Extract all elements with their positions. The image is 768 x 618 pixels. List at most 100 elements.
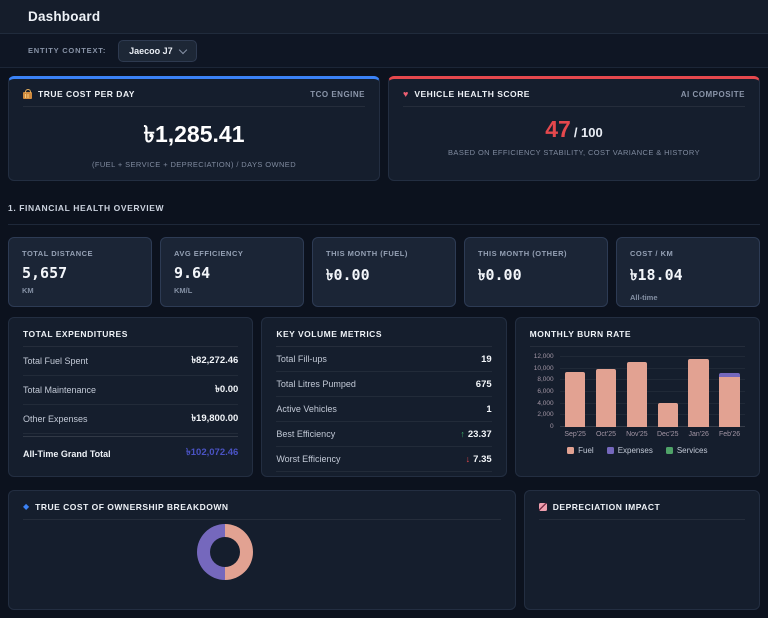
bar-segment-fuel (564, 372, 586, 427)
mid-row: TOTAL EXPENDITURES Total Fuel Spent ৳82,… (8, 317, 760, 477)
y-axis-tick: 0 (550, 423, 554, 430)
heart-icon: ♥ (403, 88, 409, 99)
stat-card-total-distance: TOTAL DISTANCE 5,657 KM (8, 237, 152, 307)
stat-unit: KM/L (174, 286, 193, 295)
money-basket-icon (23, 89, 32, 99)
legend-item-fuel[interactable]: Fuel (567, 446, 594, 455)
stat-unit: All-time (630, 293, 658, 302)
depreciation-impact-card: DEPRECIATION IMPACT (523, 490, 760, 610)
tco-engine-tag: TCO ENGINE (310, 89, 365, 99)
bar-segment-fuel (719, 377, 740, 427)
bottom-row: ◆ TRUE COST OF OWNERSHIP BREAKDOWN DEPRE… (8, 490, 760, 610)
bar-Oct'25[interactable] (591, 357, 622, 427)
monthly-burn-rate-card: MONTHLY BURN RATE 12,000 10,000 8,000 6,000… (514, 317, 760, 477)
row-value: 675 (475, 378, 492, 390)
row-label: Active Vehicles (276, 404, 337, 414)
vehicle-health-card: ♥ VEHICLE HEALTH SCORE AI COMPOSITE 47/ … (388, 76, 760, 181)
expenditures-title: TOTAL EXPENDITURES (23, 329, 128, 339)
stat-label: AVG EFFICIENCY (174, 249, 244, 258)
diamond-icon: ◆ (23, 502, 30, 511)
metric-row-litres: Total Litres Pumped 675 (276, 372, 492, 397)
entity-selector-value: Jaecoo J7 (129, 45, 173, 56)
metric-row-vehicles: Active Vehicles 1 (276, 397, 492, 422)
x-axis-label: Nov'25 (626, 431, 648, 438)
grand-total-row: All-Time Grand Total ৳102,072.46 (23, 436, 239, 468)
expense-row-other: Other Expenses ৳19,800.00 (23, 405, 239, 434)
depreciation-title: DEPRECIATION IMPACT (552, 502, 661, 512)
row-value: 19 (481, 353, 492, 365)
tco-breakdown-card: ◆ TRUE COST OF OWNERSHIP BREAKDOWN (8, 490, 516, 610)
row-value: ৳0.00 (215, 383, 239, 395)
entity-selector[interactable]: Jaecoo J7 (118, 39, 197, 62)
legend-swatch (665, 447, 673, 454)
grand-total-value: ৳102,072.46 (186, 447, 239, 458)
y-axis-tick: 8,000 (537, 376, 554, 384)
y-axis-tick: 10,000 (533, 364, 554, 372)
x-axis-label: Oct'25 (595, 431, 616, 438)
metric-row-fillups: Total Fill-ups 19 (276, 347, 492, 372)
bar-segment-fuel (657, 402, 678, 427)
bar-segment-fuel (626, 362, 648, 427)
bar-Sep'25[interactable] (560, 357, 591, 427)
total-expenditures-card: TOTAL EXPENDITURES Total Fuel Spent ৳82,… (8, 317, 254, 477)
volume-metrics-title: KEY VOLUME METRICS (276, 329, 382, 339)
card-head: TOTAL EXPENDITURES (23, 329, 239, 347)
legend-item-services[interactable]: Services (665, 446, 708, 455)
page-title: Dashboard (28, 9, 101, 24)
row-value: 1 (486, 403, 492, 415)
bar-segment-fuel (688, 359, 709, 427)
up-arrow-icon: ↑ (460, 428, 465, 439)
stat-value: ৳0.00 (326, 266, 370, 284)
health-score-subtitle: BASED ON EFFICIENCY STABILITY, COST VARI… (448, 148, 700, 157)
legend-label: Fuel (578, 446, 594, 455)
x-axis-label: Sep'25 (564, 431, 586, 438)
tco-breakdown-donut-chart (197, 524, 253, 580)
y-axis-tick: 12,000 (533, 353, 554, 360)
ai-composite-tag: AI COMPOSITE (680, 89, 745, 99)
card-head: ◆ TRUE COST OF OWNERSHIP BREAKDOWN (23, 502, 501, 520)
stat-row: TOTAL DISTANCE 5,657 KM AVG EFFICIENCY 9… (8, 237, 760, 307)
card-head: ♥ VEHICLE HEALTH SCORE AI COMPOSITE (403, 89, 745, 107)
stat-label: THIS MONTH (FUEL) (326, 249, 408, 258)
entity-context-bar: ENTITY CONTEXT: Jaecoo J7 (0, 34, 768, 68)
row-label: Total Fuel Spent (23, 356, 89, 366)
bar-Dec'25[interactable] (652, 357, 683, 427)
key-volume-metrics-card: KEY VOLUME METRICS Total Fill-ups 19 Tot… (261, 317, 507, 477)
chevron-down-icon (178, 45, 187, 54)
burn-rate-bars (560, 357, 745, 427)
true-cost-subtitle: (FUEL + SERVICE + DEPRECIATION) / DAYS O… (91, 160, 297, 169)
legend-item-expenses[interactable]: Expenses (606, 446, 653, 455)
chart-decreasing-icon (538, 503, 547, 511)
expense-row-maintenance: Total Maintenance ৳0.00 (23, 376, 239, 405)
row-label: Worst Efficiency (276, 454, 341, 464)
grand-total-label: All-Time Grand Total (23, 448, 111, 459)
stat-value: ৳0.00 (478, 266, 522, 284)
stat-unit: KM (22, 286, 34, 295)
stat-label: TOTAL DISTANCE (22, 249, 94, 258)
bar-Jan'26[interactable] (683, 357, 714, 427)
bar-Nov'25[interactable] (621, 357, 652, 427)
entity-context-label: ENTITY CONTEXT: (28, 46, 107, 55)
legend-swatch (606, 447, 614, 454)
stat-label: COST / KM (630, 249, 674, 258)
row-label: Other Expenses (23, 414, 88, 424)
stat-card-month-fuel: THIS MONTH (FUEL) ৳0.00 (312, 237, 456, 307)
health-score-value: 47 (545, 116, 571, 142)
burn-rate-legend: Fuel Expenses Services (530, 446, 745, 455)
burn-rate-title: MONTHLY BURN RATE (529, 329, 632, 339)
metric-value: 23.37 (467, 428, 492, 440)
stat-unit (326, 293, 442, 301)
metric-row-worst-efficiency: Worst Efficiency ↓ 7.35 (276, 447, 492, 472)
tco-breakdown-title: TRUE COST OF OWNERSHIP BREAKDOWN (35, 502, 229, 512)
stat-card-month-other: THIS MONTH (OTHER) ৳0.00 (464, 237, 608, 307)
stat-value: 9.64 (174, 264, 211, 282)
row-label: Total Fill-ups (276, 354, 327, 364)
row-value: ৳82,272.46 (191, 354, 239, 366)
vehicle-health-title: VEHICLE HEALTH SCORE (414, 89, 530, 99)
metric-row-best-efficiency: Best Efficiency ↑ 23.37 (276, 422, 492, 447)
bar-Feb'26[interactable] (714, 357, 745, 427)
row-value: ↑ 23.37 (460, 429, 491, 440)
row-label: Total Maintenance (23, 385, 97, 395)
x-axis-label: Dec'25 (656, 431, 679, 438)
legend-label: Expenses (617, 446, 653, 455)
